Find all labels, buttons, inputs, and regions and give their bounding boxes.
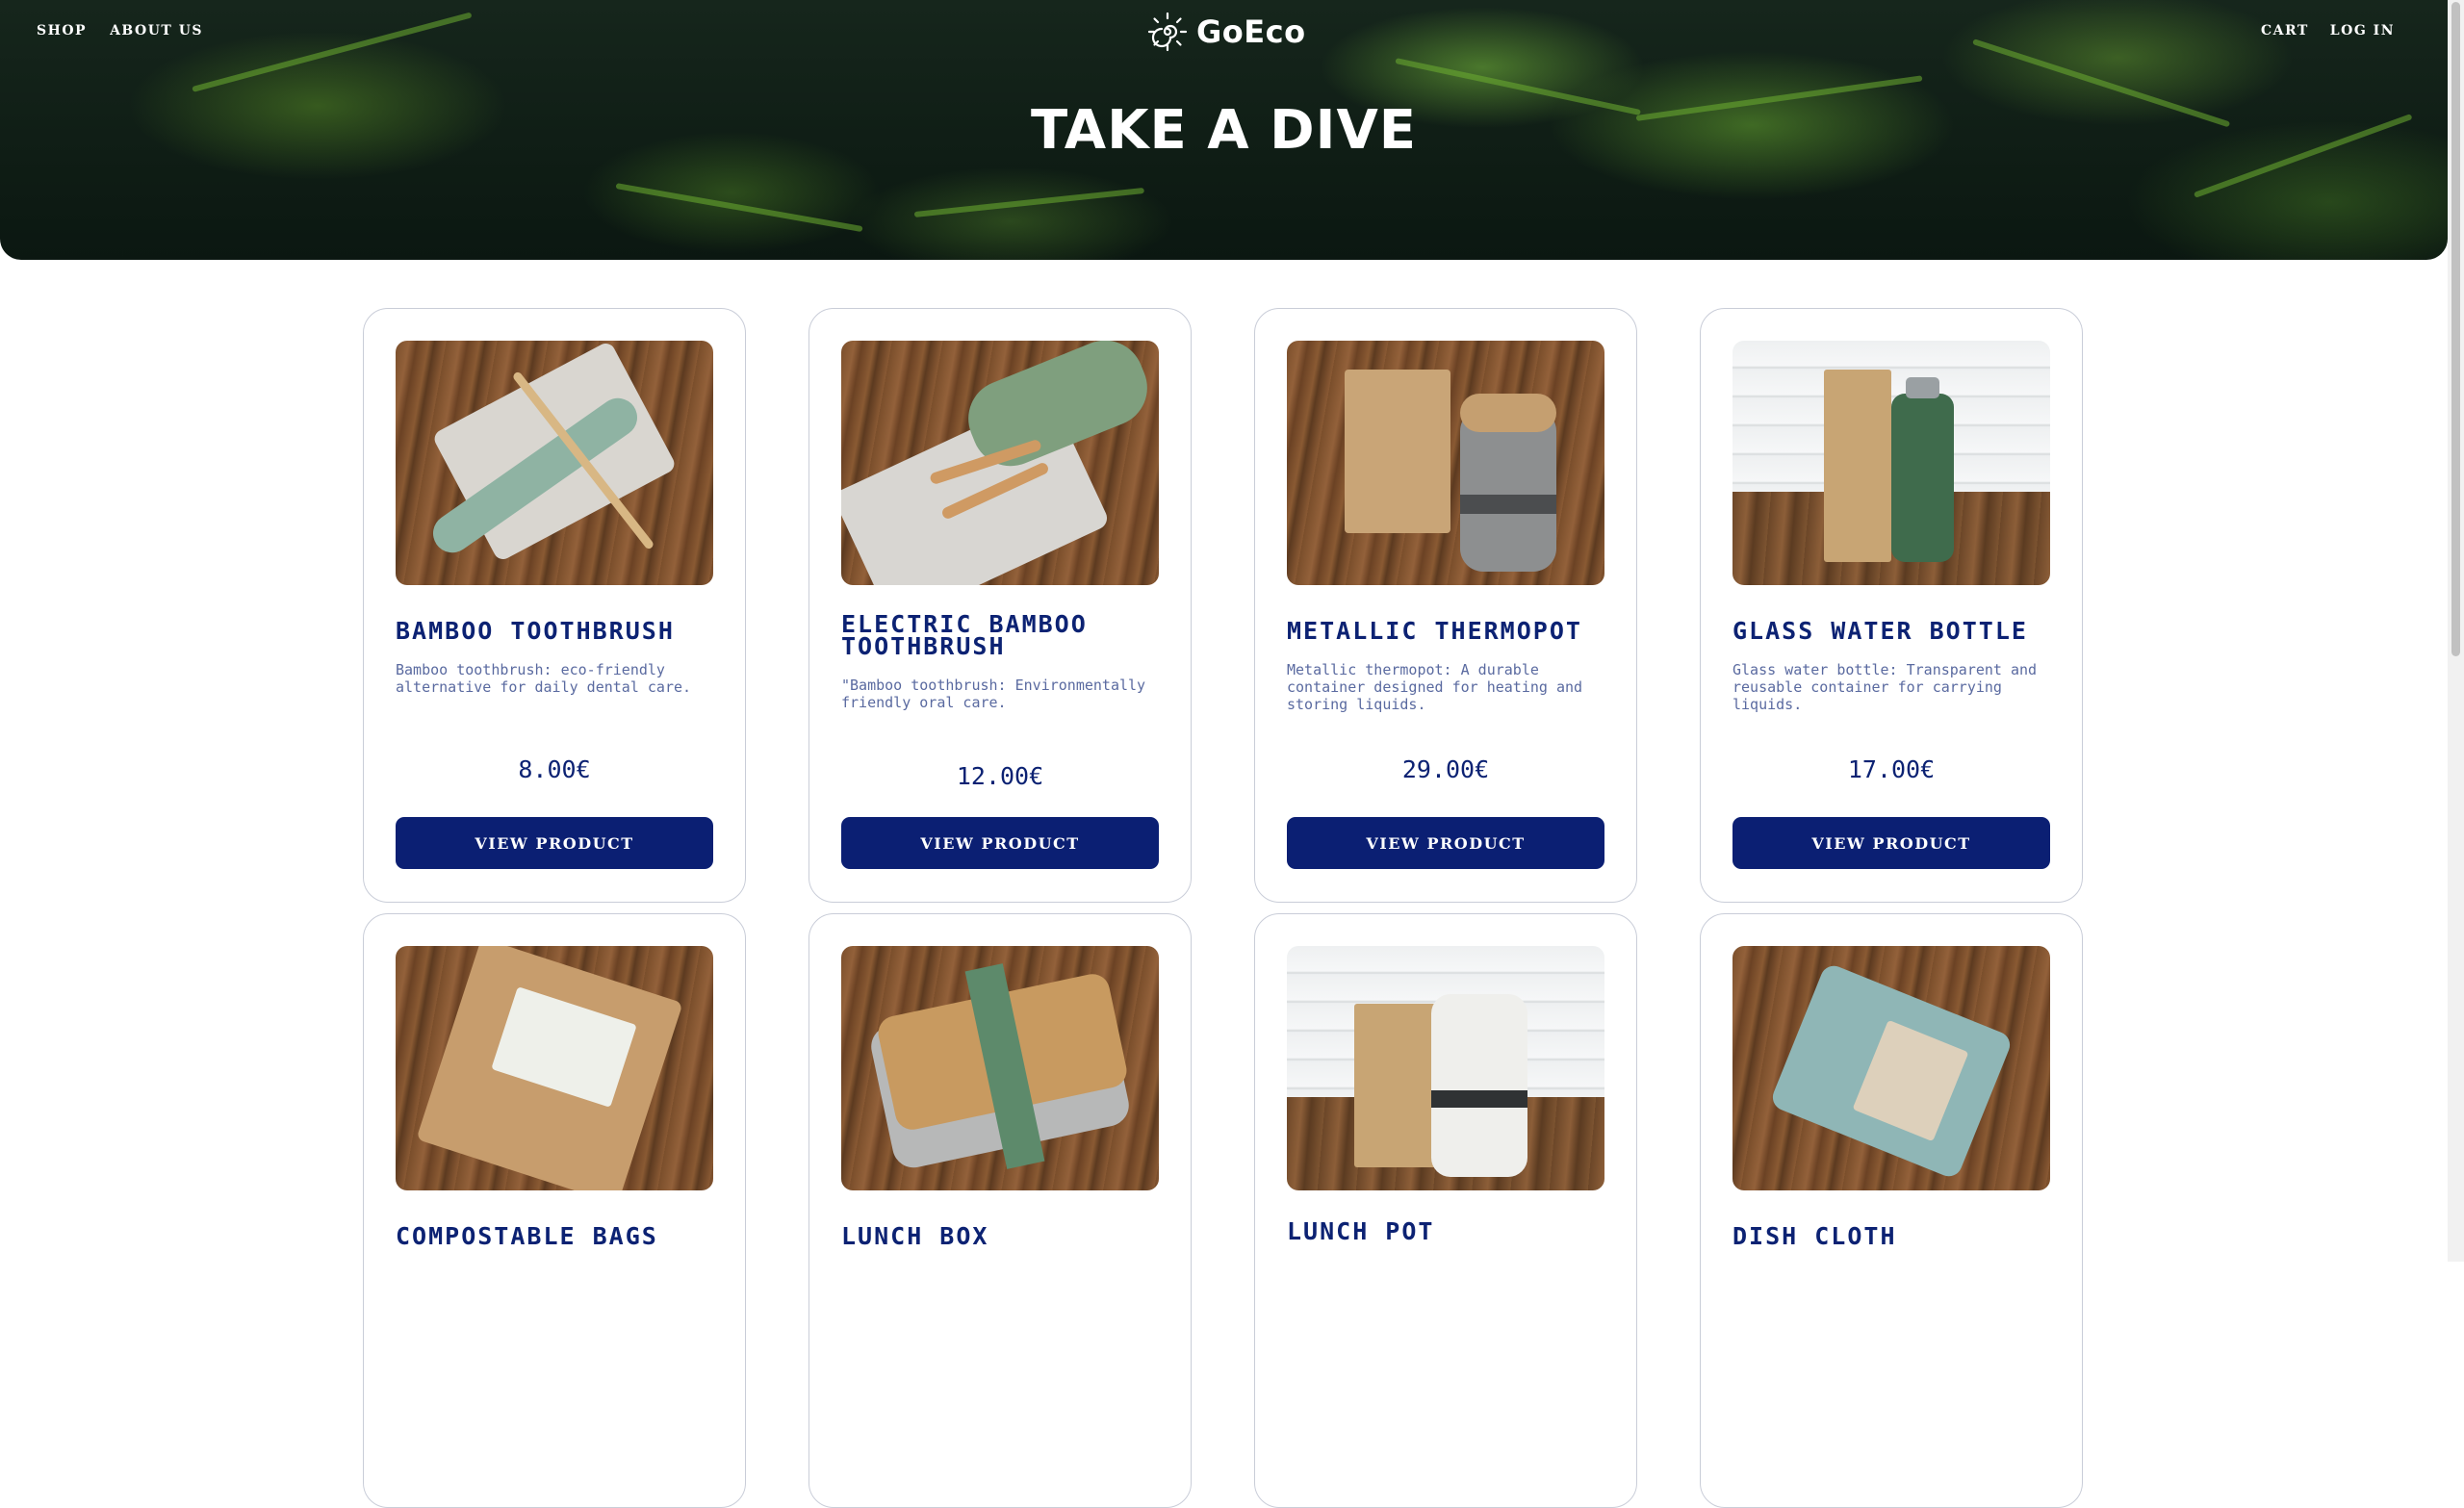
product-card: COMPOSTABLE BAGS [363,913,746,1508]
view-product-button[interactable]: VIEW PRODUCT [1287,817,1604,869]
product-grid: BAMBOO TOOTHBRUSH Bamboo toothbrush: eco… [363,308,2083,1508]
product-title: DISH CLOTH [1732,1222,1897,1250]
product-image[interactable] [1287,341,1604,585]
brand-logo[interactable]: GoEco [1146,11,1306,53]
product-price: 17.00€ [1847,755,1936,783]
product-description: Metallic thermopot: A durable container … [1287,661,1583,713]
sun-spiral-icon [1147,12,1188,52]
product-card: LUNCH POT [1254,913,1637,1508]
product-title: BAMBOO TOOTHBRUSH [396,617,675,645]
hero-banner: SHOP ABOUT US GoEco CART LOG IN TAKE A D… [0,0,2448,260]
product-title: LUNCH POT [1287,1217,1435,1245]
view-product-button[interactable]: VIEW PRODUCT [396,817,713,869]
product-card: GLASS WATER BOTTLE Glass water bottle: T… [1700,308,2083,903]
product-image[interactable] [1732,341,2050,585]
product-card: DISH CLOTH [1700,913,2083,1508]
brand-name: GoEco [1196,13,1306,50]
product-title: LUNCH BOX [841,1222,989,1250]
product-title: ELECTRIC BAMBOO TOOTHBRUSH [841,610,1088,660]
product-title: METALLIC THERMOPOT [1287,617,1582,645]
product-image[interactable] [396,946,713,1190]
product-image[interactable] [841,341,1159,585]
product-price: 29.00€ [1401,755,1490,783]
nav-about-us-link[interactable]: ABOUT US [110,23,203,38]
fern-decoration [192,12,473,92]
nav-login-link[interactable]: LOG IN [2330,23,2395,38]
page-scrollbar[interactable] [2448,0,2464,1262]
product-image[interactable] [396,341,713,585]
fern-decoration [913,187,1144,217]
product-description: Glass water bottle: Transparent and reus… [1732,661,2038,713]
product-price: 12.00€ [956,762,1044,790]
nav-shop-link[interactable]: SHOP [37,23,87,38]
product-card: ELECTRIC BAMBOO TOOTHBRUSH "Bamboo tooth… [808,308,1192,903]
product-card: LUNCH BOX [808,913,1192,1508]
product-description: "Bamboo toothbrush: Environmentally frie… [841,677,1146,711]
hero-title: TAKE A DIVE [1030,99,1418,162]
product-title: COMPOSTABLE BAGS [396,1222,658,1250]
product-price: 8.00€ [518,755,591,783]
product-description: Bamboo toothbrush: eco-friendly alternat… [396,661,692,696]
fern-decoration [615,183,863,233]
product-card: METALLIC THERMOPOT Metallic thermopot: A… [1254,308,1637,903]
scrollbar-thumb[interactable] [2451,2,2460,656]
view-product-button[interactable]: VIEW PRODUCT [841,817,1159,869]
product-image[interactable] [1287,946,1604,1190]
product-image[interactable] [841,946,1159,1190]
product-title: GLASS WATER BOTTLE [1732,617,2028,645]
product-image[interactable] [1732,946,2050,1190]
main-nav-left: SHOP ABOUT US [37,23,203,38]
main-nav-right: CART LOG IN [2261,23,2395,38]
view-product-button[interactable]: VIEW PRODUCT [1732,817,2050,869]
product-card: BAMBOO TOOTHBRUSH Bamboo toothbrush: eco… [363,308,746,903]
nav-cart-link[interactable]: CART [2261,23,2309,38]
